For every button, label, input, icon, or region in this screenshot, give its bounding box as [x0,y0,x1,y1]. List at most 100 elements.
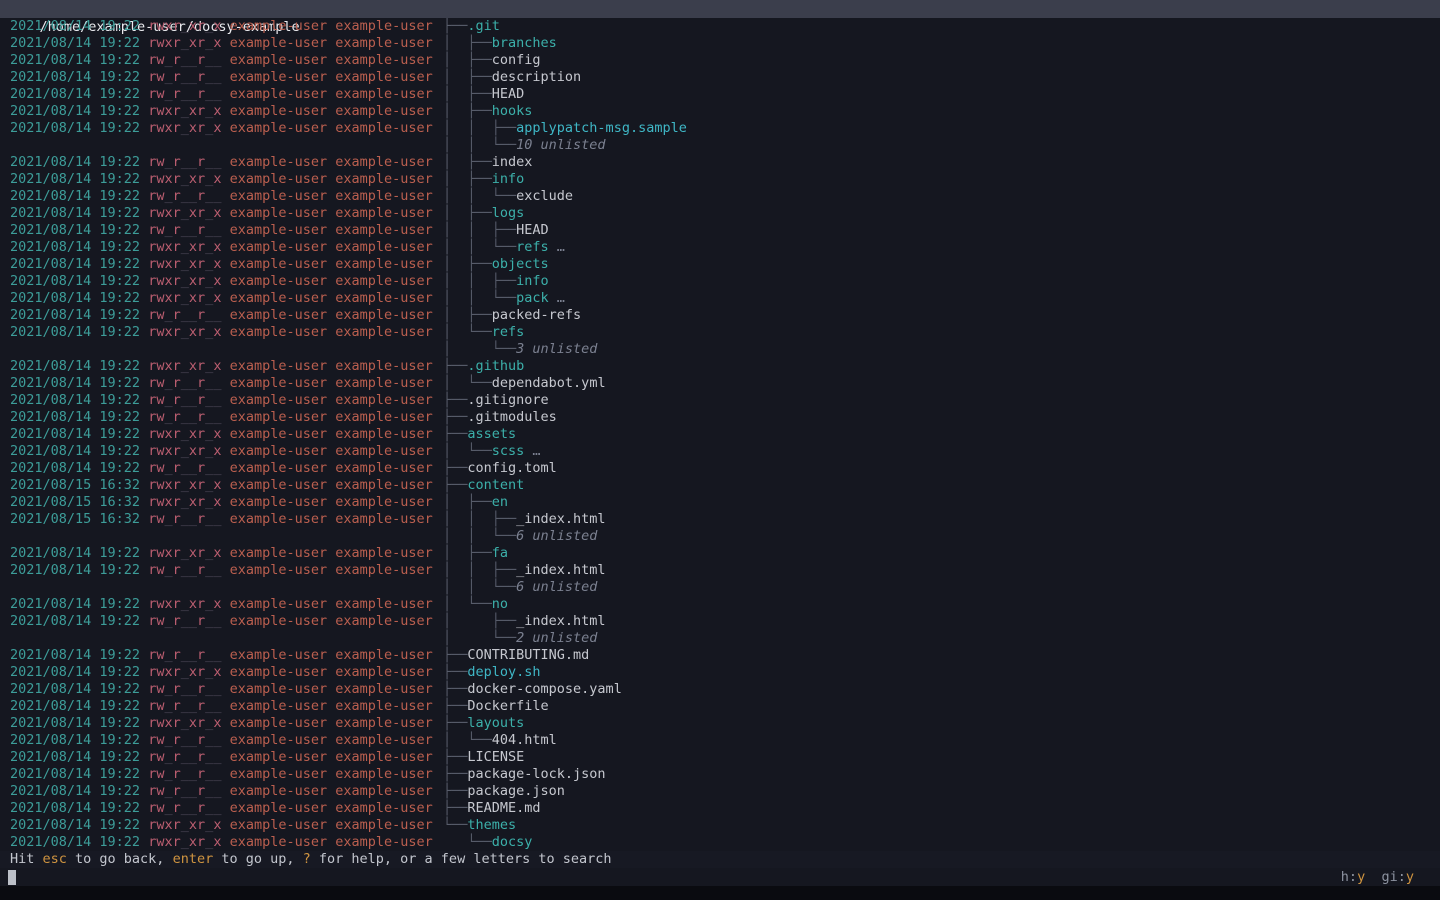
perm-char: r [173,120,181,136]
file-metadata [10,579,443,596]
tree-branch: ├── [443,18,467,34]
directory-name[interactable]: objects [492,256,549,272]
perm-char: r [173,562,181,578]
perm-char: r [173,834,181,850]
file-name[interactable]: package.json [467,783,565,799]
file-name[interactable]: description [492,69,581,85]
perm-char: r [173,511,181,527]
file-name[interactable]: .gitmodules [467,409,556,425]
perm-char: x [164,477,172,493]
file-name[interactable]: _index.html [516,613,605,629]
directory-name[interactable]: .github [467,358,524,374]
perm-char: x [189,596,197,612]
directory-name[interactable]: branches [492,35,557,51]
perm-char: r [173,443,181,459]
file-name[interactable]: config [492,52,541,68]
perm-char: r [197,375,205,391]
file-name[interactable]: HEAD [492,86,525,102]
file-name[interactable]: dependabot.yml [492,375,606,391]
perm-char: _ [181,120,189,136]
file-row: 2021/08/15 16:32 rwxr_xr_x example-user … [10,477,1440,494]
file-group: example-user [335,256,433,272]
perm-char: x [213,477,221,493]
file-permissions: rw_r__r__ [148,460,221,476]
file-name[interactable]: packed-refs [492,307,581,323]
perm-char: _ [181,834,189,850]
file-name[interactable]: LICENSE [467,749,524,765]
directory-name[interactable]: .git [467,18,500,34]
directory-name[interactable]: refs [516,239,549,255]
file-owner: example-user [230,324,328,340]
file-name[interactable]: README.md [467,800,540,816]
file-name[interactable]: Dockerfile [467,698,548,714]
directory-name[interactable]: en [492,494,508,510]
file-group: example-user [335,409,433,425]
directory-name[interactable]: fa [492,545,508,561]
file-group: example-user [335,834,433,850]
directory-name[interactable]: themes [467,817,516,833]
perm-char: x [189,477,197,493]
file-name[interactable]: config.toml [467,460,556,476]
file-name[interactable]: CONTRIBUTING.md [467,647,589,663]
file-row: 2021/08/14 19:22 rw_r__r__ example-user … [10,800,1440,817]
perm-char: x [189,256,197,272]
directory-name[interactable]: hooks [492,103,533,119]
tree-branch: ├── [443,681,467,697]
file-date: 2021/08/14 19:22 [10,698,140,714]
directory-name[interactable]: docsy [492,834,533,850]
file-name[interactable]: .gitignore [467,392,548,408]
file-name[interactable]: applypatch-msg.sample [516,120,687,136]
tree-cell: ├──content [443,477,524,494]
perm-char: _ [189,647,197,663]
directory-name[interactable]: info [492,171,525,187]
file-name[interactable]: index [492,154,533,170]
perm-char: x [189,545,197,561]
perm-char: x [164,664,172,680]
file-group: example-user [335,120,433,136]
tree-branch: ├── [443,426,467,442]
file-name[interactable]: package-lock.json [467,766,605,782]
file-date: 2021/08/14 19:22 [10,834,140,850]
tree-branch: │ ├── [443,103,492,119]
directory-name[interactable]: scss [492,443,525,459]
perm-char: _ [213,647,221,663]
file-permissions: rwxr_xr_x [148,494,221,510]
file-name[interactable]: docker-compose.yaml [467,681,621,697]
perm-char: r [197,817,205,833]
tree-cell: │ ├──branches [443,35,557,52]
perm-char: x [164,205,172,221]
perm-char: _ [181,477,189,493]
directory-name[interactable]: info [516,273,549,289]
file-name[interactable]: deploy.sh [467,664,540,680]
file-metadata: 2021/08/14 19:22 rwxr_xr_x example-user … [10,545,443,562]
directory-name[interactable]: pack [516,290,549,306]
directory-name[interactable]: logs [492,205,525,221]
directory-name[interactable]: content [467,477,524,493]
file-metadata: 2021/08/14 19:22 rwxr_xr_x example-user … [10,443,443,460]
file-name[interactable]: _index.html [516,511,605,527]
perm-char: x [189,358,197,374]
directory-name[interactable]: layouts [467,715,524,731]
file-row: 2021/08/14 19:22 rw_r__r__ example-user … [10,749,1440,766]
truncation-ellipsis: … [549,239,565,255]
file-row: 2021/08/14 19:22 rw_r__r__ example-user … [10,562,1440,579]
file-metadata [10,630,443,647]
file-name[interactable]: exclude [516,188,573,204]
file-name[interactable]: _index.html [516,562,605,578]
perm-char: _ [181,35,189,51]
perm-char: r [197,205,205,221]
tree-branch: │ │ ├── [443,222,516,238]
directory-name[interactable]: no [492,596,508,612]
file-name[interactable]: HEAD [516,222,549,238]
file-permissions: rw_r__r__ [148,375,221,391]
directory-name[interactable]: refs [492,324,525,340]
directory-name[interactable]: assets [467,426,516,442]
file-owner: example-user [230,409,328,425]
perm-char: r [197,783,205,799]
file-permissions: rw_r__r__ [148,409,221,425]
search-input-bar[interactable]: h:y gi:y [0,868,1440,886]
perm-char: _ [189,69,197,85]
perm-char: x [164,256,172,272]
file-name[interactable]: 404.html [492,732,557,748]
perm-char: _ [213,783,221,799]
